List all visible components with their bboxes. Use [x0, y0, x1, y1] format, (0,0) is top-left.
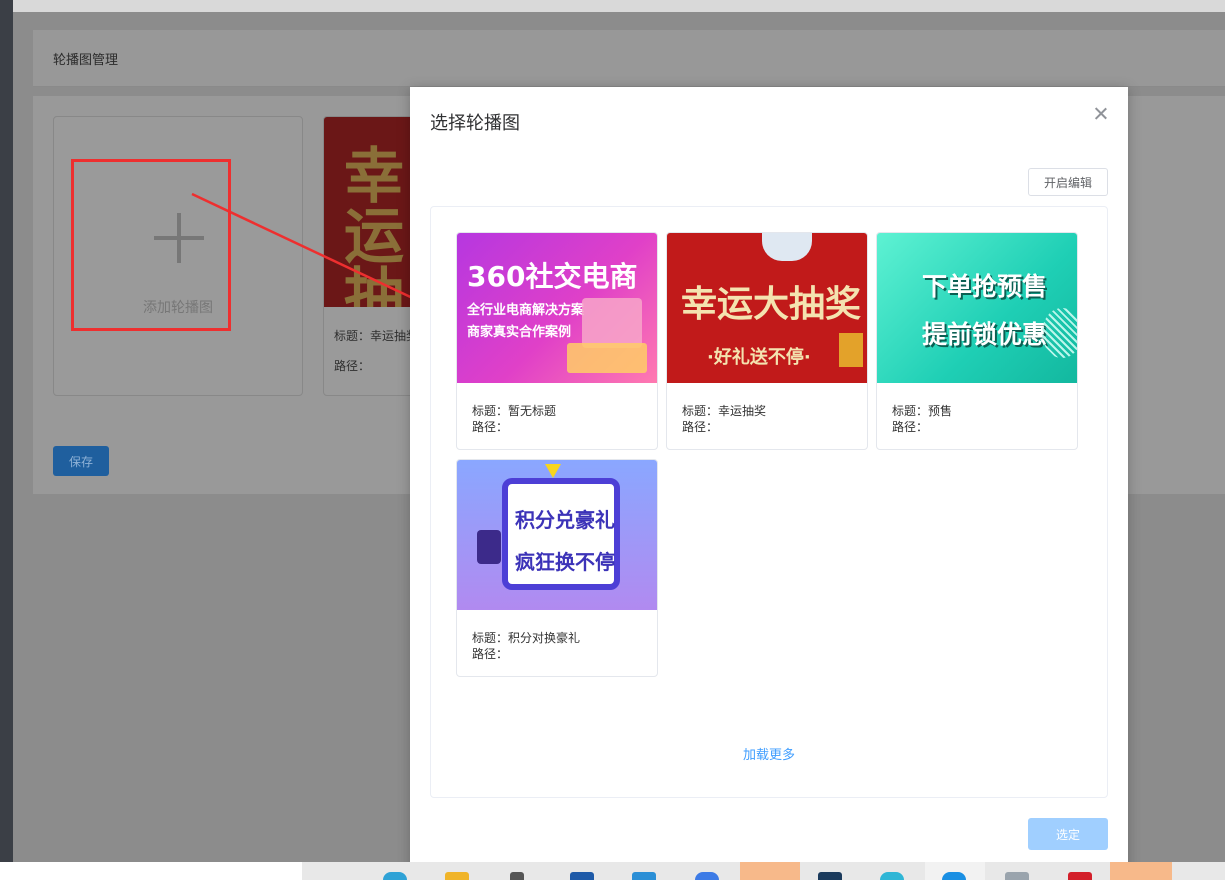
- image-thumbnail: 360社交电商 全行业电商解决方案 商家真实合作案例: [457, 233, 657, 383]
- existing-carousel-path: 路径：: [334, 359, 371, 373]
- image-title: 标题：预售: [892, 404, 953, 418]
- taskbar-search-area[interactable]: [0, 862, 302, 880]
- close-icon[interactable]: [1092, 105, 1110, 123]
- app-icon[interactable]: [942, 872, 966, 880]
- image-path: 路径：: [472, 420, 509, 434]
- save-button[interactable]: 保存: [53, 446, 109, 476]
- confirm-select-button[interactable]: 选定: [1028, 818, 1108, 850]
- image-title: 标题：积分对换豪礼: [472, 631, 581, 645]
- image-path: 路径：: [472, 647, 509, 661]
- dialog-title: 选择轮播图: [430, 113, 520, 134]
- app-icon[interactable]: [1068, 872, 1092, 880]
- app-icon[interactable]: [570, 872, 594, 880]
- image-gallery: 360社交电商 全行业电商解决方案 商家真实合作案例 标题：暂无标题 路径： 幸…: [430, 206, 1108, 798]
- browser-icon[interactable]: [383, 872, 407, 880]
- enable-edit-button[interactable]: 开启编辑: [1028, 168, 1108, 196]
- page-header: 轮播图管理: [33, 30, 1225, 87]
- select-carousel-dialog: 选择轮播图 开启编辑 360社交电商 全行业电商解决方案 商家真实合作案例 标题…: [410, 87, 1128, 877]
- image-title: 标题：幸运抽奖: [682, 404, 767, 418]
- top-bar: [13, 0, 1225, 12]
- image-meta: 标题：幸运抽奖 路径：: [682, 403, 766, 435]
- annotation-highlight-box: [71, 159, 231, 331]
- existing-carousel-title: 标题：幸运抽奖: [334, 329, 419, 343]
- app-icon[interactable]: [818, 872, 842, 880]
- image-meta: 标题：暂无标题 路径：: [472, 403, 556, 435]
- app-icon[interactable]: [1005, 872, 1029, 880]
- image-thumbnail: 幸运大抽奖 ·好礼送不停·: [667, 233, 867, 383]
- page-title: 轮播图管理: [53, 53, 119, 68]
- load-more-link[interactable]: 加载更多: [431, 744, 1107, 763]
- taskbar: [0, 862, 1225, 880]
- image-card[interactable]: 积分兑豪礼 疯狂换不停 标题：积分对换豪礼 路径：: [456, 459, 658, 677]
- image-card[interactable]: 下单抢预售 提前锁优惠 标题：预售 路径：: [876, 232, 1078, 450]
- image-meta: 标题：积分对换豪礼 路径：: [472, 630, 580, 662]
- image-title: 标题：暂无标题: [472, 404, 557, 418]
- image-thumbnail: 下单抢预售 提前锁优惠: [877, 233, 1077, 383]
- image-meta: 标题：预售 路径：: [892, 403, 952, 435]
- image-card[interactable]: 幸运大抽奖 ·好礼送不停· 标题：幸运抽奖 路径：: [666, 232, 868, 450]
- folder-icon[interactable]: [445, 872, 469, 880]
- app-icon[interactable]: [880, 872, 904, 880]
- active-app-tab[interactable]: [740, 862, 800, 880]
- app-icon[interactable]: [632, 872, 656, 880]
- image-path: 路径：: [892, 420, 929, 434]
- image-path: 路径：: [682, 420, 719, 434]
- image-thumbnail: 积分兑豪礼 疯狂换不停: [457, 460, 657, 610]
- image-card[interactable]: 360社交电商 全行业电商解决方案 商家真实合作案例 标题：暂无标题 路径：: [456, 232, 658, 450]
- active-app-tab[interactable]: [1110, 862, 1172, 880]
- app-icon[interactable]: [695, 872, 719, 880]
- phone-icon[interactable]: [510, 872, 524, 880]
- window-edge: [0, 0, 13, 862]
